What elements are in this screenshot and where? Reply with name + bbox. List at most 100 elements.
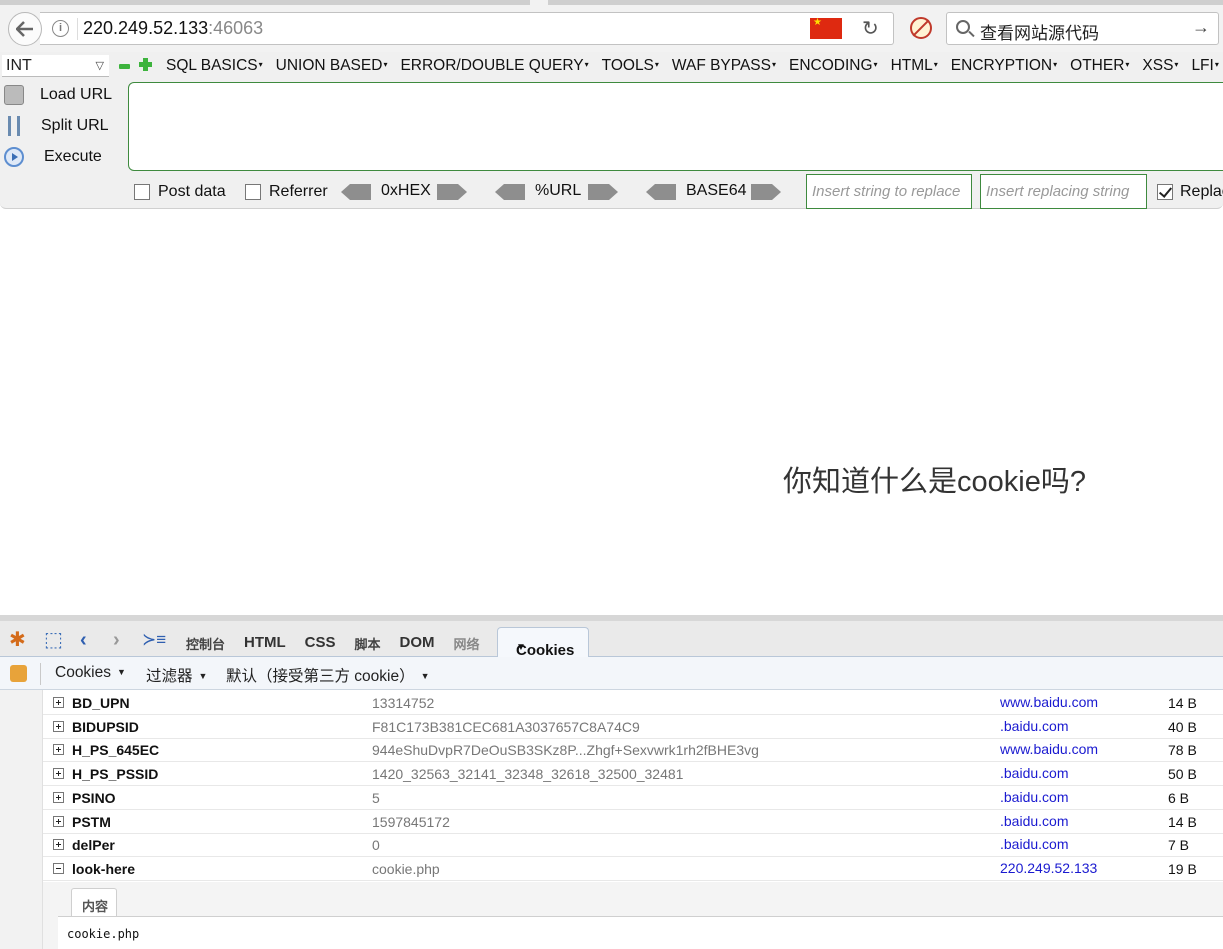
load-url-button[interactable]: Load URL bbox=[0, 82, 125, 108]
tab-net[interactable]: 网络 bbox=[454, 634, 480, 653]
replace-string-input[interactable]: Insert string to replace bbox=[806, 174, 972, 209]
caret-icon: ▼ bbox=[198, 671, 208, 681]
base64-decode-arrow-icon[interactable] bbox=[646, 184, 676, 200]
replace-all-checkbox[interactable] bbox=[1157, 184, 1173, 200]
detail-tab-content[interactable]: 内容 bbox=[71, 888, 117, 916]
tab-cookies[interactable]: Cookies ▼ bbox=[497, 627, 589, 659]
minus-icon[interactable] bbox=[119, 64, 130, 69]
china-flag-icon[interactable]: ★ bbox=[810, 18, 842, 39]
collapse-icon[interactable] bbox=[53, 862, 64, 874]
post-data-label: Post data bbox=[158, 183, 226, 200]
cookie-row[interactable]: PSTM 1597845172 .baidu.com 14 B bbox=[43, 810, 1223, 834]
cookie-domain[interactable]: www.baidu.com bbox=[1000, 694, 1098, 710]
menu-other[interactable]: OTHER▾ bbox=[1070, 57, 1129, 77]
noscript-icon[interactable] bbox=[910, 17, 932, 39]
cookie-domain[interactable]: .baidu.com bbox=[1000, 789, 1068, 805]
hex-encode-arrow-icon[interactable] bbox=[437, 184, 467, 200]
expand-icon[interactable] bbox=[53, 791, 64, 803]
cookie-domain[interactable]: www.baidu.com bbox=[1000, 741, 1098, 757]
cookie-domain[interactable]: .baidu.com bbox=[1000, 813, 1068, 829]
tab-strip bbox=[0, 0, 1223, 5]
cookie-row[interactable]: BIDUPSID F81C173B381CEC681A3037657C8A74C9… bbox=[43, 715, 1223, 739]
replacing-string-input[interactable]: Insert replacing string bbox=[980, 174, 1147, 209]
caret-icon: ▾ bbox=[584, 60, 589, 69]
cookie-row[interactable]: PSINO 5 .baidu.com 6 B bbox=[43, 786, 1223, 810]
cookie-row[interactable]: look-here cookie.php 220.249.52.133 19 B bbox=[43, 857, 1223, 881]
browser-toolbar: i 220.249.52.133:46063 ★ ↻ 查看网站源代码 → bbox=[0, 0, 1223, 52]
tab-console[interactable]: 控制台 bbox=[186, 634, 225, 653]
cookie-domain[interactable]: 220.249.52.133 bbox=[1000, 860, 1097, 876]
menu-waf-bypass[interactable]: WAF BYPASS▾ bbox=[672, 57, 776, 77]
cookie-size: 14 B bbox=[1168, 813, 1197, 830]
expand-icon[interactable] bbox=[53, 815, 64, 827]
menu-sql-basics[interactable]: SQL BASICS▾ bbox=[166, 57, 263, 77]
cookie-domain[interactable]: .baidu.com bbox=[1000, 718, 1068, 734]
cookie-domain[interactable]: .baidu.com bbox=[1000, 765, 1068, 781]
cookie-row[interactable]: H_PS_645EC 944eShuDvpR7DeOuSB3SKz8P...Zhg… bbox=[43, 738, 1223, 763]
base64-encode-arrow-icon[interactable] bbox=[751, 184, 781, 200]
url-textarea[interactable] bbox=[128, 82, 1223, 171]
expand-icon[interactable] bbox=[53, 744, 64, 756]
menu-lfi[interactable]: LFI▾ bbox=[1191, 57, 1218, 77]
execute-button[interactable]: Execute bbox=[0, 144, 125, 170]
menu-tools[interactable]: TOOLS▾ bbox=[602, 57, 659, 77]
tab-script[interactable]: 脚本 bbox=[355, 634, 381, 653]
command-line-icon[interactable]: ≻≡ bbox=[142, 630, 166, 650]
back-nav-icon[interactable]: ‹ bbox=[80, 630, 87, 650]
firebug-icon[interactable]: ✱ bbox=[9, 630, 26, 650]
cookie-domain[interactable]: .baidu.com bbox=[1000, 836, 1068, 852]
cookies-menu[interactable]: Cookies ▼ bbox=[55, 664, 126, 682]
expand-icon[interactable] bbox=[53, 720, 64, 732]
post-data-checkbox[interactable] bbox=[134, 184, 150, 200]
tab-html[interactable]: HTML bbox=[244, 634, 286, 653]
menu-label: WAF BYPASS bbox=[671, 57, 771, 74]
type-select[interactable]: INT ▽ bbox=[2, 55, 109, 77]
filter-menu[interactable]: 过滤器 ▼ bbox=[146, 664, 207, 686]
menu-label: LFI bbox=[1191, 57, 1214, 74]
hex-decode-arrow-icon[interactable] bbox=[341, 184, 371, 200]
url-bar[interactable]: i 220.249.52.133:46063 ★ ↻ bbox=[40, 12, 894, 45]
cookie-row[interactable]: BD_UPN 13314752 www.baidu.com 14 B bbox=[43, 691, 1223, 715]
info-icon[interactable]: i bbox=[52, 20, 69, 37]
menu-error-double-query[interactable]: ERROR/DOUBLE QUERY▾ bbox=[400, 57, 588, 77]
expand-icon[interactable] bbox=[53, 768, 64, 780]
load-url-icon bbox=[4, 85, 24, 105]
back-button[interactable] bbox=[8, 12, 42, 46]
cookie-row[interactable]: delPer 0 .baidu.com 7 B bbox=[43, 833, 1223, 858]
referrer-checkbox[interactable] bbox=[245, 184, 261, 200]
reload-icon[interactable]: ↻ bbox=[862, 16, 879, 41]
split-url-icon bbox=[8, 116, 20, 136]
cookie-size: 40 B bbox=[1168, 718, 1197, 735]
cookies-menu-label: Cookies bbox=[55, 664, 111, 681]
plus-icon[interactable] bbox=[139, 58, 152, 71]
expand-icon[interactable] bbox=[53, 697, 64, 708]
tab-css[interactable]: CSS bbox=[305, 634, 336, 653]
search-bar[interactable]: 查看网站源代码 → bbox=[946, 12, 1219, 45]
split-url-label: Split URL bbox=[41, 117, 109, 134]
menu-label: HTML bbox=[890, 57, 933, 74]
search-input[interactable]: 查看网站源代码 bbox=[980, 19, 1099, 44]
default-policy-menu[interactable]: 默认（接受第三方 cookie） ▼ bbox=[226, 664, 430, 686]
cookie-row[interactable]: H_PS_PSSID 1420_32563_32141_32348_32618_3… bbox=[43, 762, 1223, 787]
tab-dom[interactable]: DOM bbox=[400, 634, 435, 653]
split-url-button[interactable]: Split URL bbox=[0, 113, 125, 139]
menu-html[interactable]: HTML▾ bbox=[891, 57, 938, 77]
expand-icon[interactable] bbox=[53, 839, 64, 851]
cookie-jar-icon[interactable] bbox=[10, 665, 27, 682]
caret-icon: ▾ bbox=[873, 60, 878, 69]
detail-content: cookie.php bbox=[67, 927, 140, 941]
forward-nav-icon[interactable]: › bbox=[113, 630, 120, 650]
url-encode-arrow-icon[interactable] bbox=[588, 184, 618, 200]
menu-label: XSS bbox=[1142, 57, 1174, 74]
inspect-icon[interactable]: ⬚ bbox=[44, 630, 63, 650]
url-decode-arrow-icon[interactable] bbox=[495, 184, 525, 200]
hackbar-options: Post data Referrer 0xHEX %URL BASE64 Ins… bbox=[0, 174, 1223, 209]
cookie-size: 7 B bbox=[1168, 837, 1190, 854]
menu-union-based[interactable]: UNION BASED▾ bbox=[276, 57, 388, 77]
menu-encoding[interactable]: ENCODING▾ bbox=[789, 57, 878, 77]
menu-encryption[interactable]: ENCRYPTION▾ bbox=[951, 57, 1057, 77]
type-select-value: INT bbox=[6, 57, 32, 74]
search-go-icon[interactable]: → bbox=[1192, 17, 1210, 38]
menu-xss[interactable]: XSS▾ bbox=[1142, 57, 1178, 77]
url-text[interactable]: 220.249.52.133:46063 bbox=[83, 18, 263, 39]
